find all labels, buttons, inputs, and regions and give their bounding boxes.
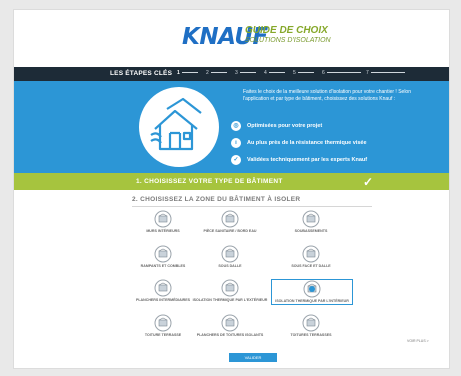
checkmark-icon: ✓	[363, 175, 374, 189]
zone-label: ISOLATION THERMIQUE PAR L'INTÉRIEUR	[275, 299, 349, 303]
zone-option[interactable]: ISOLATION THERMIQUE PAR L'EXTÉRIEUR	[190, 279, 270, 303]
guide-title: GUIDE DE CHOIX SOLUTIONS D'ISOLATION	[245, 26, 331, 46]
zone-icon	[302, 314, 320, 332]
guide-frame: KNAUF GUIDE DE CHOIX SOLUTIONS D'ISOLATI…	[13, 9, 450, 369]
zone-label: TOITURES TERRASSES	[290, 333, 332, 337]
benefit-resistance: ı Au plus près de la résistance thermiqu…	[231, 138, 441, 149]
zone-option[interactable]: ISOLATION THERMIQUE PAR L'INTÉRIEUR	[271, 279, 353, 305]
step2-label: 2. CHOISISSEZ LA ZONE DU BÂTIMENT À ISOL…	[132, 196, 301, 203]
zone-icon	[154, 314, 172, 332]
steps-title: LES ÉTAPES CLÉS	[110, 70, 173, 77]
house-illustration	[139, 87, 219, 167]
zone-icon	[221, 314, 239, 332]
zone-icon	[221, 210, 239, 228]
zone-icon	[154, 279, 172, 297]
zone-icon	[302, 210, 320, 228]
zone-icon	[221, 245, 239, 263]
zone-option[interactable]: TOITURES TERRASSES	[271, 314, 351, 338]
zone-label: SOUS FACE ET DALLE	[291, 264, 331, 268]
validate-button[interactable]: VALIDER	[229, 353, 277, 362]
zone-option[interactable]: PIÈCE SANITAIRE / BORD EAU	[190, 210, 270, 234]
zone-option[interactable]: PLANCHERS DE TOITURES ISOLANTS	[190, 314, 270, 338]
step-5[interactable]: 5	[293, 70, 314, 76]
step-2[interactable]: 2	[206, 70, 227, 76]
zone-icon	[154, 210, 172, 228]
step-4[interactable]: 4	[264, 70, 285, 76]
zone-icon	[303, 280, 321, 298]
zone-label: SOUBASSEMENTS	[294, 229, 328, 233]
step1-label: 1. CHOISISSEZ VOTRE TYPE DE BÂTIMENT	[136, 178, 283, 185]
step-6[interactable]: 6	[322, 70, 361, 76]
benefit-optimized: ◎ Optimisées pour votre projet	[231, 121, 441, 132]
divider	[132, 206, 372, 207]
zone-label: SOUS DALLE	[218, 264, 242, 268]
step1-building-type[interactable]: 1. CHOISISSEZ VOTRE TYPE DE BÂTIMENT ✓	[14, 173, 449, 190]
house-icon	[150, 97, 202, 151]
target-icon: ◎	[231, 121, 241, 131]
step-7[interactable]: 7	[366, 70, 405, 76]
benefit-validated: ✓ Validées techniquement par les experts…	[231, 155, 441, 166]
zone-option[interactable]: SOUS FACE ET DALLE	[271, 245, 351, 269]
steps-bar: LES ÉTAPES CLÉS 1 2 3 4 5 6 7	[14, 67, 449, 81]
zone-icon	[221, 279, 239, 297]
zone-label: ISOLATION THERMIQUE PAR L'EXTÉRIEUR	[192, 298, 268, 302]
guide-title-sub: SOLUTIONS D'ISOLATION	[245, 37, 331, 44]
hero-intro: Faites le choix de la meilleure solution…	[243, 89, 411, 102]
guide-title-main: GUIDE DE CHOIX	[245, 25, 328, 36]
step-3[interactable]: 3	[235, 70, 256, 76]
zone-label: PLANCHERS DE TOITURES ISOLANTS	[196, 333, 264, 337]
step-1[interactable]: 1	[177, 70, 198, 76]
hero-banner: Faites le choix de la meilleure solution…	[14, 81, 449, 173]
zone-label: PIÈCE SANITAIRE / BORD EAU	[203, 229, 257, 233]
header: KNAUF GUIDE DE CHOIX SOLUTIONS D'ISOLATI…	[14, 10, 449, 67]
thermometer-icon: ı	[231, 138, 241, 148]
check-circle-icon: ✓	[231, 155, 241, 165]
see-more-link[interactable]: VOIR PLUS >	[407, 339, 429, 343]
zone-icon	[154, 245, 172, 263]
zone-option[interactable]: SOUS DALLE	[190, 245, 270, 269]
zone-icon	[302, 245, 320, 263]
zone-option[interactable]: SOUBASSEMENTS	[271, 210, 351, 234]
